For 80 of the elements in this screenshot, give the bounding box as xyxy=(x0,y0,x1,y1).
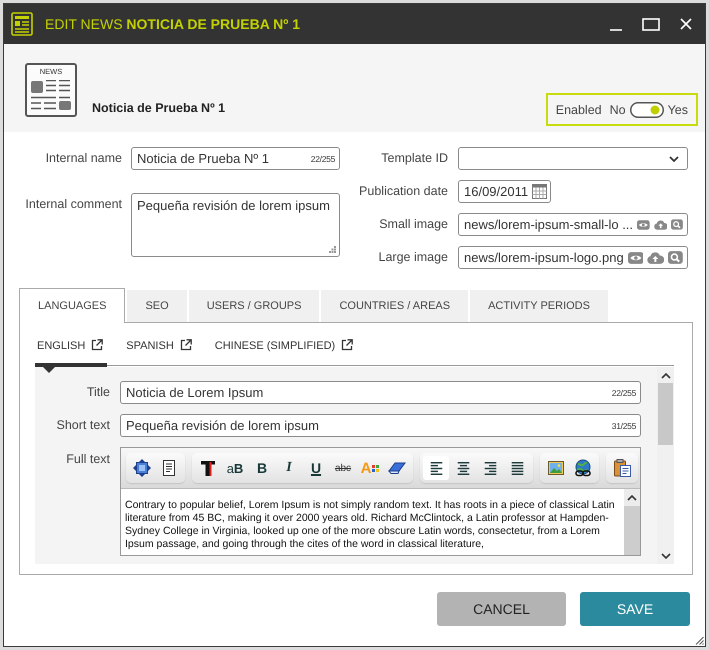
search-icon[interactable] xyxy=(668,251,683,264)
language-tab[interactable]: SPANISH xyxy=(124,323,196,367)
external-link-icon xyxy=(91,339,104,351)
justify-icon xyxy=(510,462,524,474)
scrollbar-thumb[interactable] xyxy=(624,506,640,555)
calendar-icon[interactable] xyxy=(532,184,548,199)
text-area[interactable]: Pequeña revisión de lorem ipsum xyxy=(131,193,340,257)
align-left-icon xyxy=(430,462,442,474)
record-name: Noticia de Prueba Nº 1 xyxy=(92,101,226,115)
tab[interactable]: COUNTRIES / AREAS xyxy=(321,290,468,322)
cloud-upload-icon[interactable] xyxy=(647,252,664,264)
field-label: Publication date xyxy=(358,183,448,200)
search-icon[interactable] xyxy=(671,218,683,231)
eye-icon[interactable] xyxy=(637,218,650,230)
select-field[interactable] xyxy=(458,147,688,170)
character-counter: 22/255 xyxy=(612,388,636,398)
bold-button[interactable]: B xyxy=(249,456,275,480)
window-title: EDIT NEWS NOTICIA DE PRUEBA Nº 1 xyxy=(45,16,300,32)
field-label: Internal comment xyxy=(24,196,122,213)
text-field[interactable]: Pequeña revisión de lorem ipsum 31/255 xyxy=(120,414,641,437)
file-field[interactable]: news/lorem-ipsum-logo.png xyxy=(458,246,688,269)
newspaper-columns-drawing xyxy=(31,80,71,111)
file-field[interactable]: news/lorem-ipsum-small-lo ... xyxy=(458,213,688,236)
chevron-down-icon xyxy=(669,156,679,162)
save-button[interactable]: SAVE xyxy=(580,592,690,626)
scrollbar-thumb[interactable] xyxy=(658,383,673,445)
underline-button[interactable]: U xyxy=(303,456,329,480)
strikethrough-button[interactable]: abc xyxy=(330,456,356,480)
tab[interactable]: USERS / GROUPS xyxy=(188,290,320,322)
cloud-upload-icon[interactable] xyxy=(654,218,668,230)
field-label: Template ID xyxy=(380,150,448,167)
newspaper-icon xyxy=(11,12,35,36)
italic-button[interactable]: I xyxy=(276,456,302,480)
external-link-icon xyxy=(180,339,192,351)
field-label: Title xyxy=(86,384,110,401)
minimize-icon xyxy=(610,29,622,31)
external-link-icon xyxy=(341,339,354,351)
document-icon xyxy=(163,460,175,476)
align-right-icon xyxy=(484,462,496,474)
font-size-button[interactable]: aB xyxy=(222,456,248,480)
tab-pointer-icon xyxy=(43,367,55,373)
on-label: Yes xyxy=(668,102,688,116)
fullscreen-icon xyxy=(133,459,151,477)
align-left-button[interactable] xyxy=(423,456,449,480)
tab[interactable]: ACTIVITY PERIODS xyxy=(470,290,608,322)
close-icon xyxy=(680,18,692,30)
chevron-down-icon[interactable] xyxy=(660,553,670,559)
field-label: Full text xyxy=(65,451,110,468)
picture-icon xyxy=(548,461,564,475)
date-field[interactable]: 16/09/2011 xyxy=(458,180,552,203)
toggle-switch[interactable] xyxy=(630,102,664,118)
scrollbar[interactable] xyxy=(657,367,674,564)
globe-link-icon xyxy=(574,459,592,477)
eraser-icon xyxy=(388,462,406,474)
chevron-up-icon[interactable] xyxy=(627,495,637,501)
maximize-icon xyxy=(642,18,660,30)
text-field[interactable]: Noticia de Lorem Ipsum 22/255 xyxy=(120,381,641,404)
tab[interactable]: LANGUAGES xyxy=(19,288,126,323)
field-label: Large image xyxy=(378,249,448,266)
resize-grip-icon[interactable] xyxy=(695,636,704,645)
resize-grip-icon[interactable] xyxy=(329,246,336,253)
color-squares-icon xyxy=(372,464,380,472)
field-label: Small image xyxy=(378,216,448,233)
field-label: Internal name xyxy=(44,150,122,167)
character-counter: 31/255 xyxy=(612,420,636,430)
language-tab[interactable]: CHINESE (SIMPLIFIED) xyxy=(212,323,358,367)
clear-format-icon xyxy=(200,460,216,476)
editor-text: Contrary to popular belief, Lorem Ipsum is not simply random text. It has roots in a piece of classical Latin literature from 45 BC, making it over 2000 years old. Richard McClintock, a Latin professor at Hampden-Sydney College in Virginia, looked up one of the more obscure Latin words, consectetur, from a Lorem Ipsum passage, and going through the cites of the word in classical literature, xyxy=(124,498,616,552)
eye-icon[interactable] xyxy=(628,252,644,264)
chevron-up-icon[interactable] xyxy=(660,373,670,379)
text-field[interactable]: Noticia de Prueba Nº 1 22/255 xyxy=(131,147,340,170)
cancel-button[interactable]: CANCEL xyxy=(437,592,566,626)
field-label: Short text xyxy=(56,417,110,434)
off-label: No xyxy=(610,102,626,116)
tab[interactable]: SEO xyxy=(127,290,187,322)
character-counter: 22/255 xyxy=(310,154,335,164)
align-center-icon xyxy=(456,462,470,474)
clipboard-icon xyxy=(614,459,630,477)
enabled-label: Enabled xyxy=(556,102,602,116)
scrollbar[interactable] xyxy=(624,489,640,555)
